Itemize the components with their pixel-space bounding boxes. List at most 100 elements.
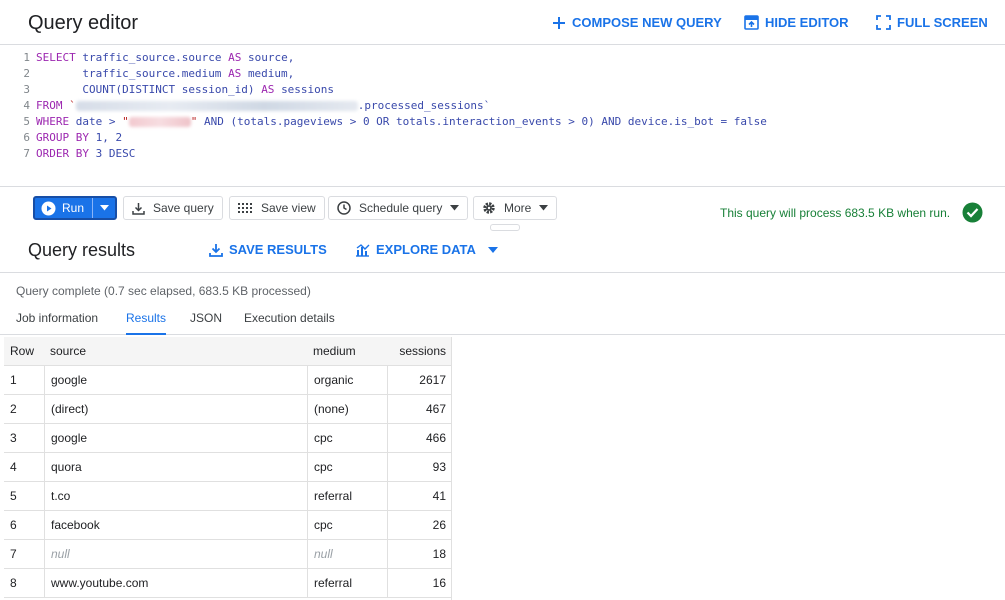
fullscreen-icon xyxy=(876,15,891,30)
table-row: 6 facebook cpc 26 xyxy=(4,511,452,540)
cell-sessions: 16 xyxy=(387,569,452,598)
cell-source: (direct) xyxy=(44,395,307,424)
caret-down-icon xyxy=(539,205,549,211)
cell-medium: cpc xyxy=(307,453,387,482)
process-estimate-message: This query will process 683.5 KB when ru… xyxy=(720,206,951,220)
results-title: Query results xyxy=(28,240,136,260)
sql-identifier: date > xyxy=(75,115,116,128)
check-circle-icon xyxy=(962,202,983,223)
plus-icon xyxy=(553,16,565,29)
sql-function: COUNT(DISTINCT xyxy=(82,83,176,96)
explore-data-label: EXPLORE DATA xyxy=(376,242,476,257)
cell-medium: referral xyxy=(307,482,387,511)
sql-identifier: traffic_source.medium xyxy=(82,67,222,80)
table-row: 7 null null 18 xyxy=(4,540,452,569)
sql-backtick: ` xyxy=(69,99,76,112)
hide-editor-label: HIDE EDITOR xyxy=(765,15,849,30)
sql-string: " xyxy=(122,115,129,128)
cell-sessions: 93 xyxy=(387,453,452,482)
cell-row: 4 xyxy=(10,460,17,474)
code-line-4: 4 FROM ` .processed_sessions` xyxy=(0,98,490,114)
save-query-button[interactable]: Save query xyxy=(123,196,223,220)
cell-source: google xyxy=(44,366,307,395)
results-tabs: Job information Results JSON Execution d… xyxy=(0,304,1005,335)
sql-identifier: traffic_source.source xyxy=(82,51,222,64)
sql-keyword: GROUP BY xyxy=(36,131,89,144)
query-toolbar: Run Save query Save view Schedule query … xyxy=(0,187,1005,231)
sql-identifier: session_id) xyxy=(181,83,255,96)
code-line-1: 1 SELECT traffic_source.source AS source, xyxy=(0,50,294,66)
sql-identifier: medium, xyxy=(247,67,295,80)
redacted-project-id xyxy=(75,101,358,111)
sql-identifier: 1, 2 xyxy=(95,131,123,144)
table-row: 4 quora cpc 93 xyxy=(4,453,452,482)
schedule-query-button[interactable]: Schedule query xyxy=(328,196,469,220)
download-icon xyxy=(132,202,145,215)
cell-medium: (none) xyxy=(307,395,387,424)
tab-results[interactable]: Results xyxy=(126,311,167,335)
code-line-2: 2 traffic_source.medium AS medium, xyxy=(0,66,294,82)
more-label: More xyxy=(504,201,532,215)
save-query-label: Save query xyxy=(153,201,214,215)
tab-json[interactable]: JSON xyxy=(190,311,222,335)
run-main[interactable]: Run xyxy=(35,198,93,218)
line-number: 5 xyxy=(23,115,30,128)
code-line-6: 6 GROUP BY 1, 2 xyxy=(0,130,122,146)
cell-source: facebook xyxy=(44,511,307,540)
table-border xyxy=(451,337,452,600)
sql-string: " xyxy=(190,115,198,128)
sql-keyword: AS xyxy=(261,83,275,96)
redacted-date xyxy=(128,117,191,127)
explore-data-button[interactable]: EXPLORE DATA xyxy=(355,242,504,257)
more-button[interactable]: More xyxy=(473,196,558,220)
sql-keyword: AS xyxy=(228,67,242,80)
header-row: Row xyxy=(10,344,35,358)
resize-drag-handle[interactable] xyxy=(490,224,520,231)
query-status: Query complete (0.7 sec elapsed, 683.5 K… xyxy=(16,284,311,298)
run-button[interactable]: Run xyxy=(33,196,117,220)
sql-keyword: FROM xyxy=(36,99,63,112)
compose-new-query-button[interactable]: COMPOSE NEW QUERY xyxy=(552,15,722,30)
line-number: 7 xyxy=(23,147,30,160)
sql-identifier: source, xyxy=(247,51,295,64)
cell-row: 3 xyxy=(10,431,17,445)
sql-table-name: .processed_sessions` xyxy=(357,99,491,112)
hide-editor-button[interactable]: HIDE EDITOR xyxy=(744,15,849,30)
cell-row: 7 xyxy=(10,547,17,561)
cell-medium: null xyxy=(307,540,387,569)
table-row: 5 t.co referral 41 xyxy=(4,482,452,511)
cell-sessions: 2617 xyxy=(387,366,452,395)
table-row: 3 google cpc 466 xyxy=(4,424,452,453)
header-sessions: sessions xyxy=(399,344,446,358)
cell-source: www.youtube.com xyxy=(44,569,307,598)
editor-title: Query editor xyxy=(28,12,139,34)
sql-identifier: sessions xyxy=(281,83,335,96)
hide-editor-icon xyxy=(744,15,759,30)
cell-sessions: 466 xyxy=(387,424,452,453)
cell-source: null xyxy=(44,540,307,569)
cell-row: 2 xyxy=(10,402,17,416)
editor-header: Query editor COMPOSE NEW QUERY HIDE EDIT… xyxy=(0,0,1005,45)
run-dropdown[interactable] xyxy=(93,205,115,211)
save-results-button[interactable]: SAVE RESULTS xyxy=(209,242,327,257)
tab-job-information[interactable]: Job information xyxy=(16,311,98,335)
run-label: Run xyxy=(62,201,85,215)
full-screen-button[interactable]: FULL SCREEN xyxy=(876,15,988,30)
sql-keyword: ORDER BY xyxy=(36,147,89,160)
save-view-button[interactable]: Save view xyxy=(229,196,325,220)
code-line-5: 5 WHERE date > " " AND (totals.pageviews >… xyxy=(0,114,767,130)
sql-code-editor[interactable]: 1 SELECT traffic_source.source AS source,… xyxy=(0,45,1005,187)
table-header-row: Row source medium sessions xyxy=(4,337,452,366)
save-view-label: Save view xyxy=(261,201,316,215)
line-number: 6 xyxy=(23,131,30,144)
cell-sessions: 467 xyxy=(387,395,452,424)
play-icon xyxy=(41,201,56,215)
chart-icon xyxy=(356,243,370,257)
cell-source: google xyxy=(44,424,307,453)
tab-execution-details[interactable]: Execution details xyxy=(244,311,335,335)
cell-sessions: 41 xyxy=(387,482,452,511)
cell-row: 6 xyxy=(10,518,17,532)
sql-keyword: WHERE xyxy=(36,115,70,128)
code-line-7: 7 ORDER BY 3 DESC xyxy=(0,146,135,162)
grid-dots-icon xyxy=(238,202,252,213)
